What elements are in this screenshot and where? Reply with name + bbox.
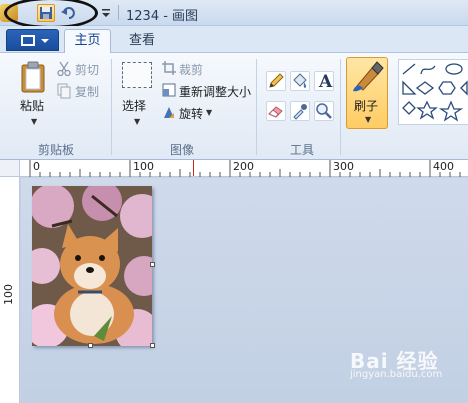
magnifier-icon [316,103,332,119]
brush-icon [353,61,384,92]
vertical-ruler: 100 [0,177,20,403]
shapes-icons [402,63,468,122]
copy-icon[interactable] [57,83,71,102]
eyedropper-icon [293,104,307,120]
rotate-button[interactable]: 旋转 [179,105,203,122]
select-button[interactable] [122,62,152,88]
ruler-label-100: 100 [133,160,154,173]
paste-dropdown-icon[interactable]: ▼ [31,117,37,126]
paste-label[interactable]: 粘贴 [20,97,44,114]
ribbon-tab-row: 主页 查看 [0,26,468,54]
clipboard-group-label: 剪贴板 [38,143,75,157]
pencil-tool[interactable] [266,71,286,91]
ruler-label-0: 0 [33,160,40,173]
magnifier-tool[interactable] [314,101,334,121]
paste-button[interactable] [20,61,46,93]
ruler-label-200: 200 [233,160,254,173]
resize-icon[interactable] [162,83,176,100]
pencil-icon [269,73,284,88]
tools-group-label: 工具 [290,143,315,157]
crop-button[interactable]: 裁剪 [179,61,203,78]
horizontal-ruler: 0 100 200 300 400 [0,160,468,177]
group-divider [340,59,341,155]
eraser-icon [268,106,283,118]
select-dropdown-icon[interactable]: ▼ [134,117,140,126]
ruler-label-v-100: 100 [2,284,15,305]
paint-bucket-icon [293,73,307,88]
title-divider [118,5,119,20]
chevron-down-icon [102,9,110,17]
watermark-url: jingyan.baidu.com [350,369,443,380]
menu-icon [21,35,35,46]
color-picker-tool[interactable] [290,101,310,121]
group-divider [256,59,257,155]
cut-button[interactable]: 剪切 [75,61,99,78]
eraser-tool[interactable] [266,101,286,121]
title-bar: 1234 - 画图 [0,0,468,29]
scissors-icon[interactable] [57,61,71,80]
window-title: 1234 - 画图 [126,9,199,24]
ruler-position-marker [193,160,194,176]
resize-handle-bottom[interactable] [88,343,93,348]
shiba-dog-photo [32,186,152,346]
crop-icon[interactable] [162,61,176,78]
rotate-icon[interactable] [162,105,176,122]
ruler-label-300: 300 [333,160,354,173]
resize-handle-corner[interactable] [150,343,155,348]
resize-handle-right[interactable] [150,262,155,267]
fill-tool[interactable] [290,71,310,91]
tab-home[interactable]: 主页 [64,29,111,54]
canvas-image[interactable] [32,186,152,346]
copy-button[interactable]: 复制 [75,83,99,100]
rotate-dropdown-icon[interactable]: ▼ [206,108,212,117]
resize-button[interactable]: 重新调整大小 [179,83,251,100]
brushes-label: 刷子 [354,99,379,113]
select-label[interactable]: 选择 [122,97,146,114]
paint-menu-button[interactable] [6,29,59,51]
shapes-gallery[interactable] [398,59,468,125]
ribbon: 粘贴 ▼ 剪切 复制 剪贴板 选择 ▼ 裁剪 重新调整大小 旋转 ▼ 图像 A … [0,53,468,160]
clipboard-icon [21,61,45,93]
image-group-label: 图像 [170,143,195,157]
brushes-dropdown-icon[interactable]: ▼ [365,115,371,124]
quick-access-dropdown[interactable] [100,6,112,20]
tab-view[interactable]: 查看 [122,31,162,51]
text-icon: A [319,72,333,92]
annotation-circle [4,0,98,29]
group-divider [111,59,112,155]
chevron-down-icon [41,39,49,43]
ruler-label-400: 400 [433,160,454,173]
text-tool[interactable]: A [314,71,334,92]
ruler-corner [0,160,20,177]
